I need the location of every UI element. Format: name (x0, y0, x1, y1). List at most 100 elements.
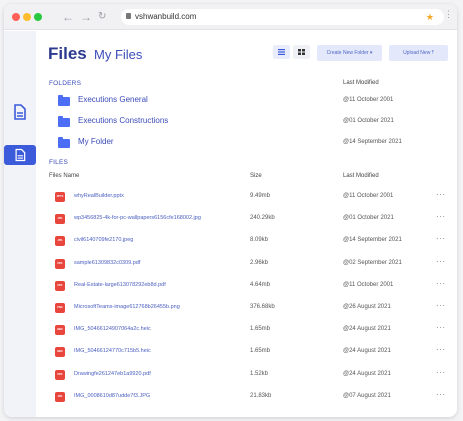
minimize-window-button[interactable] (23, 13, 31, 21)
file-size: 9.49mb (250, 193, 271, 199)
file-modified: @24 August 2021 (343, 370, 391, 377)
file-type-badge: JPG (55, 236, 65, 247)
file-size: 1.65mb (250, 326, 271, 333)
page-title: Files (48, 44, 87, 63)
browser-menu-icon[interactable]: ⋮ (444, 10, 453, 19)
list-view-button[interactable] (273, 45, 290, 59)
file-size: 21.83kb (250, 392, 272, 399)
folder-icon (58, 137, 70, 148)
folder-icon (58, 116, 70, 127)
close-window-button[interactable] (12, 13, 20, 21)
more-options-icon[interactable]: ··· (436, 279, 446, 288)
file-icon (15, 148, 26, 162)
reload-icon[interactable]: ↻ (98, 9, 106, 25)
file-name[interactable]: sample61309832c0309.pdf (74, 260, 140, 266)
folder-modified: @11 October 2001 (343, 97, 394, 103)
folder-icon (58, 95, 70, 106)
file-row[interactable]: HEIC IMG_50466124907064a2c.heic 1.65mb @24 … (36, 321, 457, 341)
more-options-icon[interactable]: ··· (436, 212, 446, 221)
file-name[interactable]: Real-Estate-large613078292eb8d.pdf (74, 282, 166, 288)
files-last-modified-header: Last Modified (343, 173, 379, 179)
bookmark-star-icon[interactable]: ★ (426, 9, 434, 25)
folder-name[interactable]: Executions Constructions (78, 116, 168, 125)
file-modified: @11 October 2001 (343, 193, 394, 199)
file-size: 1.52kb (250, 370, 269, 377)
folder-modified: @14 September 2021 (343, 139, 402, 145)
folder-row[interactable]: My Folder @14 September 2021 (36, 134, 457, 154)
file-type-badge: PDF (55, 369, 65, 380)
file-row[interactable]: HEIC IMG_50466124770c715b5.heic 1.65mb @24 … (36, 343, 457, 363)
file-type-badge: HEIC (55, 347, 65, 358)
file-modified: @26 August 2021 (343, 304, 391, 310)
address-bar-url: vshwanbuild.com (135, 12, 197, 21)
file-name[interactable]: IMG_50466124770c715b5.heic (74, 348, 151, 354)
file-modified: @01 October 2021 (343, 215, 394, 222)
grid-view-button[interactable] (293, 45, 310, 59)
file-row[interactable]: JPG IMG_0008610d87udde7f3.JPG 21.83kb @07 A… (36, 388, 457, 408)
file-type-badge: JPG (55, 214, 65, 225)
file-row[interactable]: JPG civil6140709fe2170.jpeg 8.09kb @14 Sept… (36, 232, 457, 252)
file-type-badge: PPTX (55, 192, 65, 202)
more-options-icon[interactable]: ··· (436, 257, 446, 266)
lock-icon (126, 13, 131, 19)
file-row[interactable]: PPTX whyRealBuilder.pptx 9.49mb @11 October… (36, 188, 457, 208)
file-size: 376.68kb (250, 304, 275, 310)
files-nav-item[interactable] (4, 145, 36, 165)
upload-new-button[interactable]: Upload New ⤒ (389, 45, 448, 61)
file-modified: @24 August 2021 (343, 348, 391, 355)
upload-new-label: Upload New (403, 50, 431, 56)
file-size: 8.09kb (250, 237, 269, 244)
browser-window: ← → ↻ vshwanbuild.com ★ ⋮ Files My Files (4, 4, 457, 417)
file-name[interactable]: IMG_0008610d87udde7f3.JPG (74, 393, 150, 399)
file-type-badge: PNG (55, 303, 65, 313)
browser-titlebar: ← → ↻ vshwanbuild.com ★ ⋮ (4, 4, 457, 30)
file-name[interactable]: IMG_50466124907064a2c.heic (74, 326, 151, 332)
folder-row[interactable]: Executions Constructions @01 October 2021 (36, 113, 457, 133)
page-subtitle: My Files (94, 47, 143, 62)
back-arrow-icon[interactable]: ← (62, 9, 74, 25)
more-options-icon[interactable]: ··· (436, 323, 446, 332)
more-options-icon[interactable]: ··· (436, 234, 446, 243)
file-row[interactable]: JPG wp3456825-4k-for-pc-wallpapers6156cfe… (36, 210, 457, 230)
address-bar[interactable]: vshwanbuild.com ★ (121, 9, 444, 25)
file-row[interactable]: PDF Drawingfe261247eb1a9920.pdf 1.52kb @24 … (36, 366, 457, 386)
create-new-folder-button[interactable]: Create New Folder ▾ (317, 45, 382, 61)
file-type-badge: PDF (55, 258, 65, 269)
folder-name[interactable]: Executions General (78, 95, 148, 104)
file-row[interactable]: PNG MicrosoftTeams-image612768b26455b.png… (36, 299, 457, 319)
grid-view-icon (298, 49, 305, 55)
file-name[interactable]: MicrosoftTeams-image612768b26455b.png (74, 304, 180, 310)
forward-arrow-icon[interactable]: → (80, 9, 92, 25)
sidebar (4, 31, 36, 417)
file-name[interactable]: Drawingfe261247eb1a9920.pdf (74, 371, 151, 377)
more-options-icon[interactable]: ··· (436, 390, 446, 399)
file-type-badge: HEIC (55, 325, 65, 336)
folder-row[interactable]: Executions General @11 October 2001 (36, 92, 457, 112)
file-modified: @24 August 2021 (343, 326, 391, 333)
file-name[interactable]: whyRealBuilder.pptx (74, 193, 124, 199)
more-options-icon[interactable]: ··· (436, 368, 446, 377)
file-name[interactable]: civil6140709fe2170.jpeg (74, 237, 133, 243)
maximize-window-button[interactable] (34, 13, 42, 21)
file-type-badge: PDF (55, 280, 65, 291)
file-type-badge: JPG (55, 391, 65, 402)
file-modified: @14 September 2021 (343, 237, 402, 244)
folder-name[interactable]: My Folder (78, 137, 114, 146)
folders-section-label: FOLDERS (49, 80, 82, 87)
file-row[interactable]: PDF sample61309832c0309.pdf 2.96kb @02 Sept… (36, 255, 457, 275)
file-modified: @07 August 2021 (343, 392, 391, 399)
file-modified: @11 October 2001 (343, 281, 394, 288)
file-size: 240.29kb (250, 215, 275, 222)
file-size: 4.64mb (250, 281, 271, 288)
list-view-icon (278, 49, 285, 55)
files-size-header: Size (250, 173, 262, 179)
file-modified: @02 September 2021 (343, 259, 402, 266)
more-options-icon[interactable]: ··· (436, 190, 446, 199)
more-options-icon[interactable]: ··· (436, 345, 446, 354)
file-row[interactable]: PDF Real-Estate-large613078292eb8d.pdf 4.6… (36, 277, 457, 297)
document-icon[interactable] (10, 103, 28, 121)
folders-last-modified-header: Last Modified (343, 80, 379, 86)
more-options-icon[interactable]: ··· (436, 301, 446, 310)
upload-icon: ⤒ (431, 50, 434, 56)
file-name[interactable]: wp3456825-4k-for-pc-wallpapers6156cfe168… (74, 215, 201, 221)
